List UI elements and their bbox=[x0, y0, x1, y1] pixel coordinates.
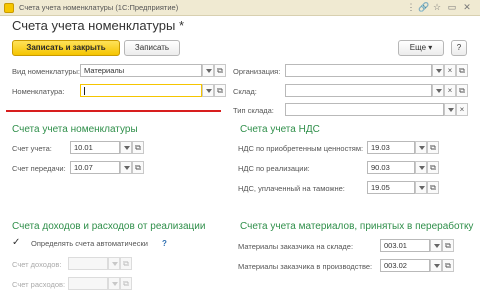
income-account-label: Счет доходов: bbox=[12, 260, 62, 269]
warehouse-type-label: Тип склада: bbox=[233, 106, 274, 115]
account-dropdown-icon[interactable] bbox=[120, 141, 132, 154]
warehouse-type-clear-icon[interactable]: × bbox=[456, 103, 468, 116]
income-account-field[interactable] bbox=[68, 257, 108, 270]
warehouse-open-icon[interactable]: ⧉ bbox=[456, 84, 468, 97]
section-nomenclature-accounts: Счета учета номенклатуры bbox=[12, 124, 138, 135]
vat-customs-value: 19.05 bbox=[371, 183, 390, 192]
materials-production-field[interactable]: 003.02 bbox=[380, 259, 430, 272]
warehouse-dropdown-icon[interactable] bbox=[432, 84, 444, 97]
more-button[interactable]: Еще ▾ bbox=[398, 40, 444, 56]
materials-warehouse-dropdown-icon[interactable] bbox=[430, 239, 442, 252]
window-title: Счета учета номенклатуры (1С:Предприятие… bbox=[19, 3, 179, 12]
vat-sales-label: НДС по реализации: bbox=[238, 164, 310, 173]
warehouse-type-field[interactable] bbox=[285, 103, 444, 116]
window-titlebar: Счета учета номенклатуры (1С:Предприятие… bbox=[0, 0, 480, 16]
expense-account-label: Счет расходов: bbox=[12, 280, 66, 289]
kind-field[interactable]: Материалы bbox=[80, 64, 202, 77]
kind-label: Вид номенклатуры: bbox=[12, 67, 81, 76]
auto-accounts-checkbox[interactable]: ✓ bbox=[12, 238, 22, 248]
transfer-value: 10.07 bbox=[74, 163, 93, 172]
materials-production-value: 003.02 bbox=[384, 261, 407, 270]
highlight-underline bbox=[6, 110, 221, 112]
help-button[interactable]: ? bbox=[451, 40, 467, 56]
vat-acquired-label: НДС по приобретенным ценностям: bbox=[238, 144, 364, 153]
kind-value: Материалы bbox=[84, 66, 125, 75]
materials-warehouse-field[interactable]: 003.01 bbox=[380, 239, 430, 252]
item-dropdown-icon[interactable] bbox=[202, 84, 214, 97]
vat-sales-open-icon[interactable]: ⧉ bbox=[427, 161, 439, 174]
transfer-field[interactable]: 10.07 bbox=[70, 161, 120, 174]
section-income-expense-accounts: Счета доходов и расходов от реализации bbox=[12, 221, 206, 232]
maximize-icon[interactable]: ▭ bbox=[446, 2, 458, 13]
warehouse-clear-icon[interactable]: × bbox=[444, 84, 456, 97]
favorite-star-icon[interactable]: ☆ bbox=[431, 2, 443, 13]
kind-open-icon[interactable]: ⧉ bbox=[214, 64, 226, 77]
transfer-label: Счет передачи: bbox=[12, 164, 66, 173]
org-dropdown-icon[interactable] bbox=[432, 64, 444, 77]
expense-account-field[interactable] bbox=[68, 277, 108, 290]
income-account-dropdown-icon[interactable] bbox=[108, 257, 120, 270]
auto-accounts-help-icon[interactable]: ? bbox=[162, 239, 167, 248]
section-materials-accounts: Счета учета материалов, принятых в перер… bbox=[240, 221, 474, 232]
warehouse-type-dropdown-icon[interactable] bbox=[444, 103, 456, 116]
section-vat-accounts: Счета учета НДС bbox=[240, 124, 320, 135]
materials-production-dropdown-icon[interactable] bbox=[430, 259, 442, 272]
transfer-open-icon[interactable]: ⧉ bbox=[132, 161, 144, 174]
vat-acquired-dropdown-icon[interactable] bbox=[415, 141, 427, 154]
vat-customs-open-icon[interactable]: ⧉ bbox=[427, 181, 439, 194]
materials-production-label: Материалы заказчика в производстве: bbox=[238, 262, 373, 271]
vat-acquired-field[interactable]: 19.03 bbox=[367, 141, 415, 154]
vat-customs-field[interactable]: 19.05 bbox=[367, 181, 415, 194]
app-logo-icon bbox=[4, 3, 14, 13]
kind-dropdown-icon[interactable] bbox=[202, 64, 214, 77]
income-account-open-icon[interactable]: ⧉ bbox=[120, 257, 132, 270]
materials-warehouse-open-icon[interactable]: ⧉ bbox=[442, 239, 454, 252]
account-open-icon[interactable]: ⧉ bbox=[132, 141, 144, 154]
close-icon[interactable]: ✕ bbox=[461, 2, 473, 13]
vat-sales-dropdown-icon[interactable] bbox=[415, 161, 427, 174]
vat-sales-value: 90.03 bbox=[371, 163, 390, 172]
warehouse-label: Склад: bbox=[233, 87, 257, 96]
vat-acquired-value: 19.03 bbox=[371, 143, 390, 152]
item-field[interactable] bbox=[80, 84, 202, 97]
org-label: Организация: bbox=[233, 67, 281, 76]
save-and-close-button[interactable]: Записать и закрыть bbox=[12, 40, 120, 56]
warehouse-field[interactable] bbox=[285, 84, 432, 97]
org-open-icon[interactable]: ⧉ bbox=[456, 64, 468, 77]
org-clear-icon[interactable]: × bbox=[444, 64, 456, 77]
link-icon[interactable]: 🔗 bbox=[418, 2, 430, 13]
form-title: Счета учета номенклатуры * bbox=[12, 18, 185, 33]
expense-account-open-icon[interactable]: ⧉ bbox=[120, 277, 132, 290]
vat-sales-field[interactable]: 90.03 bbox=[367, 161, 415, 174]
more-actions-icon[interactable]: ⋮ bbox=[405, 2, 417, 13]
vat-customs-label: НДС, уплаченный на таможне: bbox=[238, 184, 345, 193]
vat-customs-dropdown-icon[interactable] bbox=[415, 181, 427, 194]
account-value: 10.01 bbox=[74, 143, 93, 152]
account-field[interactable]: 10.01 bbox=[70, 141, 120, 154]
materials-production-open-icon[interactable]: ⧉ bbox=[442, 259, 454, 272]
text-cursor bbox=[84, 87, 85, 95]
transfer-dropdown-icon[interactable] bbox=[120, 161, 132, 174]
expense-account-dropdown-icon[interactable] bbox=[108, 277, 120, 290]
item-label: Номенклатура: bbox=[12, 87, 65, 96]
item-open-icon[interactable]: ⧉ bbox=[214, 84, 226, 97]
auto-accounts-label: Определять счета автоматически bbox=[31, 239, 148, 248]
materials-warehouse-value: 003.01 bbox=[384, 241, 407, 250]
materials-warehouse-label: Материалы заказчика на складе: bbox=[238, 242, 354, 251]
account-label: Счет учета: bbox=[12, 144, 52, 153]
vat-acquired-open-icon[interactable]: ⧉ bbox=[427, 141, 439, 154]
org-field[interactable] bbox=[285, 64, 432, 77]
save-button[interactable]: Записать bbox=[124, 40, 180, 56]
